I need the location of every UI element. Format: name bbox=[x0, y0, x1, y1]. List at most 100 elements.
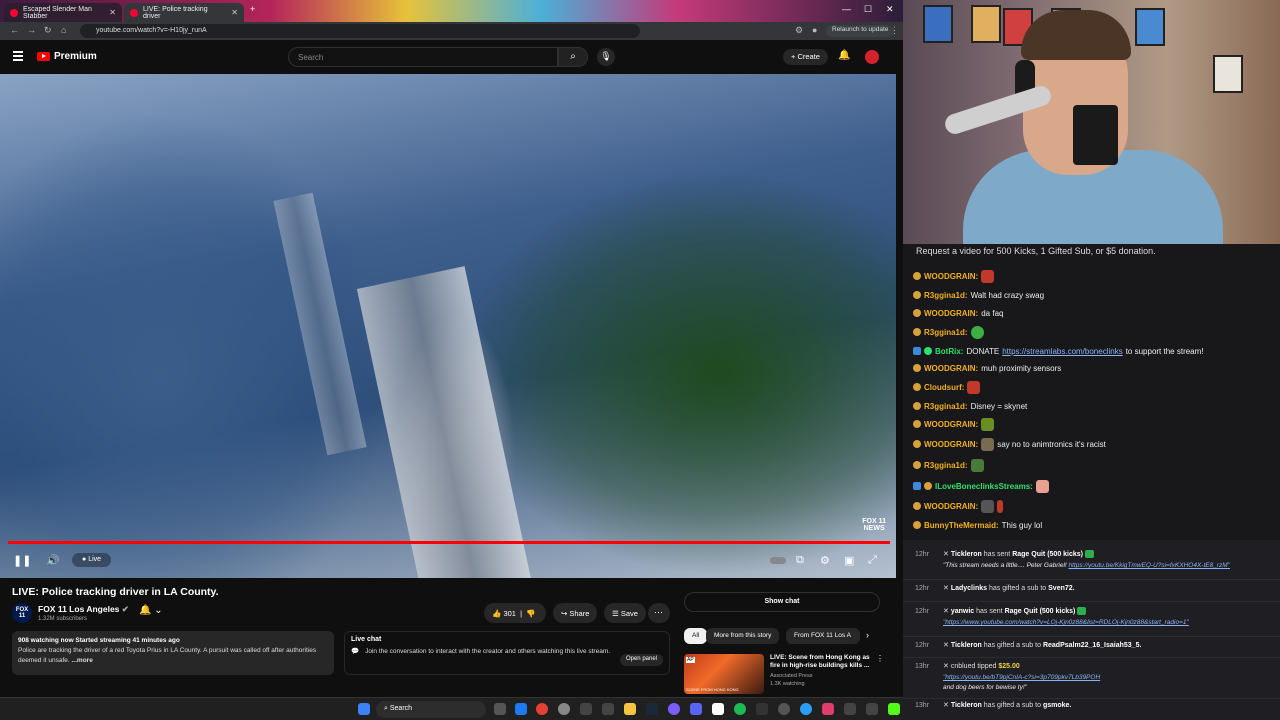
stream-chat: Request a video for 500 Kicks, 1 Gifted … bbox=[903, 244, 1280, 540]
kick-icon[interactable] bbox=[888, 703, 900, 715]
ap-badge: AP bbox=[686, 657, 695, 663]
app-icon[interactable] bbox=[756, 703, 768, 715]
share-button[interactable]: ↪ Share bbox=[553, 603, 598, 623]
account-avatar[interactable] bbox=[865, 50, 879, 64]
spotify-icon[interactable] bbox=[734, 703, 746, 715]
maximize-icon[interactable]: ☐ bbox=[864, 4, 872, 15]
app-icon[interactable] bbox=[580, 703, 592, 715]
chat-link[interactable]: https://streamlabs.com/boneclinks bbox=[1002, 347, 1123, 356]
live-badge[interactable]: ● Live bbox=[72, 553, 112, 567]
close-tab-icon[interactable]: ✕ bbox=[109, 8, 116, 17]
open-panel-button[interactable]: Open panel bbox=[619, 654, 663, 666]
app-icon[interactable] bbox=[800, 703, 812, 715]
chip-all[interactable]: All bbox=[684, 628, 708, 644]
minimize-icon[interactable]: — bbox=[842, 4, 851, 14]
forward-icon[interactable]: → bbox=[27, 25, 36, 35]
settings-gear-icon[interactable]: ⚙ bbox=[820, 554, 830, 567]
chat-message: WOODGRAIN: bbox=[913, 269, 995, 283]
chip-more-from-story[interactable]: More from this story bbox=[706, 628, 780, 644]
description-box[interactable]: 908 watching now Started streaming 41 mi… bbox=[12, 631, 334, 675]
emote-icon bbox=[981, 499, 995, 513]
search-icon[interactable]: ⌕ bbox=[558, 47, 588, 67]
emote-icon bbox=[997, 499, 1004, 513]
volume-icon[interactable]: 🔊 bbox=[46, 554, 60, 567]
webcam-feed bbox=[903, 0, 1280, 252]
chat-message: R3ggina1d: bbox=[913, 458, 984, 472]
browser-tab-active[interactable]: LIVE: Police tracking driver ✕ bbox=[124, 3, 244, 22]
app-icon[interactable] bbox=[712, 703, 724, 715]
video-title: LIVE: Police tracking driver in LA Count… bbox=[12, 586, 219, 598]
captions-icon[interactable]: ⧉ bbox=[796, 554, 804, 567]
steam-icon[interactable] bbox=[646, 703, 658, 715]
notifications-bell-icon[interactable]: 🔔 bbox=[838, 50, 850, 61]
edge-icon[interactable] bbox=[515, 703, 527, 715]
app-icon[interactable] bbox=[668, 703, 680, 715]
url-field[interactable]: youtube.com/watch?v=-H10jy_runA bbox=[80, 24, 640, 38]
progress-bar[interactable] bbox=[8, 541, 890, 544]
task-view-icon[interactable] bbox=[494, 703, 506, 715]
youtube-logo[interactable]: Premium bbox=[37, 51, 97, 62]
profile-icon[interactable]: ● bbox=[812, 25, 817, 35]
fullscreen-icon[interactable]: ⤢ bbox=[868, 554, 877, 567]
emote-icon bbox=[981, 417, 995, 431]
divider bbox=[903, 657, 1280, 658]
related-video-thumbnail[interactable]: AP SCENE FROM HONG KONG bbox=[684, 654, 764, 694]
view-meta: 908 watching now Started streaming 41 mi… bbox=[18, 637, 180, 644]
mug-shape bbox=[1073, 105, 1118, 165]
discord-icon[interactable] bbox=[690, 703, 702, 715]
related-video-item[interactable]: AP SCENE FROM HONG KONG LIVE: Scene from… bbox=[684, 652, 884, 694]
app-icon[interactable] bbox=[558, 703, 570, 715]
create-button[interactable]: + Create bbox=[783, 49, 828, 65]
kick-icon: ✕ bbox=[943, 585, 949, 592]
microphone-icon[interactable]: 🎙 bbox=[597, 48, 615, 66]
chip-from-fox11[interactable]: From FOX 11 Los A bbox=[786, 628, 860, 644]
reload-icon[interactable]: ↻ bbox=[44, 25, 52, 36]
channel-name[interactable]: FOX 11 Los Angeles ✔ bbox=[38, 604, 129, 615]
close-tab-icon[interactable]: ✕ bbox=[231, 8, 238, 17]
chrome-icon[interactable] bbox=[536, 703, 548, 715]
back-icon[interactable]: ← bbox=[10, 25, 19, 35]
browser-menu-icon[interactable]: ⋮ bbox=[890, 25, 899, 36]
file-explorer-icon[interactable] bbox=[624, 703, 636, 715]
more-link[interactable]: ...more bbox=[72, 657, 93, 664]
emote-icon bbox=[981, 269, 995, 283]
emote-icon bbox=[970, 325, 984, 339]
bot-badge-icon bbox=[913, 347, 921, 355]
app-icon[interactable] bbox=[822, 703, 834, 715]
save-button[interactable]: ☰ Save bbox=[604, 603, 646, 623]
like-button[interactable]: 👍 301 | 👎 bbox=[484, 603, 546, 623]
app-icon[interactable] bbox=[844, 703, 856, 715]
browser-tab[interactable]: Escaped Slender Man Stabber ✕ bbox=[4, 3, 122, 22]
chat-message: BunnyTheMermaid: This guy lol bbox=[913, 518, 1042, 532]
menu-icon[interactable] bbox=[13, 51, 23, 63]
relaunch-button[interactable]: Relaunch to update bbox=[826, 25, 895, 37]
kick-icon: ✕ bbox=[943, 608, 949, 615]
tab-label: Escaped Slender Man Stabber bbox=[23, 5, 92, 20]
home-icon[interactable]: ⌂ bbox=[61, 25, 66, 35]
subscribe-bell-dropdown[interactable]: 🔔 ⌄ bbox=[139, 605, 163, 616]
sub-badge-icon bbox=[913, 482, 921, 490]
app-icon[interactable] bbox=[866, 703, 878, 715]
search-input[interactable]: Search bbox=[288, 47, 558, 67]
more-actions-icon[interactable]: ⋯ bbox=[648, 603, 670, 623]
user-badge-icon bbox=[913, 272, 921, 280]
chat-message: R3ggina1d: Walt had crazy swag bbox=[913, 288, 1044, 302]
dislike-icon[interactable]: 👎 bbox=[526, 609, 535, 618]
user-badge-icon bbox=[913, 364, 921, 372]
taskbar-search[interactable]: ⌕ Search bbox=[376, 701, 486, 718]
video-player[interactable]: FOX 11 NEWS ❚❚ 🔊 ● Live ⧉ ⚙ ▣ ⤢ bbox=[0, 74, 896, 578]
app-icon[interactable] bbox=[778, 703, 790, 715]
chips-next-chevron-icon[interactable]: › bbox=[864, 628, 871, 644]
channel-avatar[interactable]: FOX 11 bbox=[12, 603, 32, 623]
miniplayer-icon[interactable]: ▣ bbox=[844, 554, 854, 567]
extensions-icon[interactable]: ⚙ bbox=[795, 25, 803, 36]
related-menu-icon[interactable]: ⋮ bbox=[876, 654, 884, 663]
show-chat-button[interactable]: Show chat bbox=[684, 592, 880, 612]
windows-start-icon[interactable] bbox=[358, 703, 370, 715]
pause-icon[interactable]: ❚❚ bbox=[13, 554, 31, 567]
close-window-icon[interactable]: ✕ bbox=[886, 4, 894, 15]
new-tab-icon[interactable]: + bbox=[250, 4, 255, 14]
app-icon[interactable] bbox=[602, 703, 614, 715]
divider bbox=[903, 698, 1280, 699]
autoplay-toggle[interactable] bbox=[770, 557, 786, 564]
